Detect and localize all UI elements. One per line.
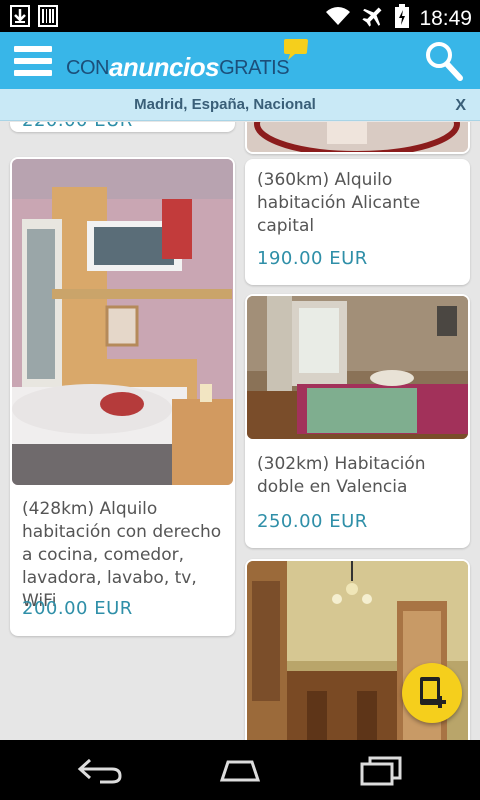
speech-bubble-icon [283,38,309,67]
back-icon[interactable] [76,754,124,786]
listing-card[interactable]: (428km) Alquilo habitación con derecho a… [10,157,235,636]
wifi-icon [325,6,351,31]
app-logo: CON anuncios GRATIS [66,39,309,82]
listing-title: (360km) Alquilo habitación Alicante capi… [257,170,421,236]
listing-card[interactable]: (360km) Alquilo habitación Alicante capi… [245,159,470,285]
listing-price: 250.00 EUR [257,511,368,532]
listing-photo [247,122,468,152]
download-icon [10,5,30,32]
logo-part-gratis: GRATIS [219,57,290,79]
listing-photo [12,159,233,485]
listing-title: (428km) Alquilo habitación con derecho a… [22,499,222,611]
listing-price: 220.00 EUR [22,122,133,131]
listing-price: 190.00 EUR [257,248,368,269]
recent-apps-icon[interactable] [358,754,406,786]
hamburger-menu-icon[interactable] [14,46,52,76]
home-icon[interactable] [216,754,264,786]
battery-icon [395,4,410,33]
location-bar[interactable]: Madrid, España, Nacional X [0,89,480,121]
listing-title: (302km) Habitación doble en Valencia [257,454,426,497]
search-icon[interactable] [424,40,464,82]
status-bar: 18:49 [0,0,480,32]
listing-card-partial[interactable]: 220.00 EUR [10,122,235,132]
barcode-icon [38,5,58,32]
listings-grid[interactable]: 220.00 EUR [0,122,480,740]
system-nav-bar [0,740,480,800]
logo-part-con: CON [66,57,109,79]
listing-photo [247,296,468,439]
app-bar: CON anuncios GRATIS [0,32,480,89]
logo-part-anuncios: anuncios [108,52,220,82]
close-location-button[interactable]: X [455,97,466,115]
listing-card-partial-image[interactable] [245,122,470,154]
listing-price: 200.00 EUR [22,598,133,619]
airplane-icon [361,5,385,32]
add-listing-icon [418,676,448,715]
location-label[interactable]: Madrid, España, Nacional [0,96,450,113]
clock: 18:49 [419,6,472,30]
listing-card[interactable]: (302km) Habitación doble en Valencia 250… [245,294,470,548]
add-listing-button[interactable] [402,663,462,723]
